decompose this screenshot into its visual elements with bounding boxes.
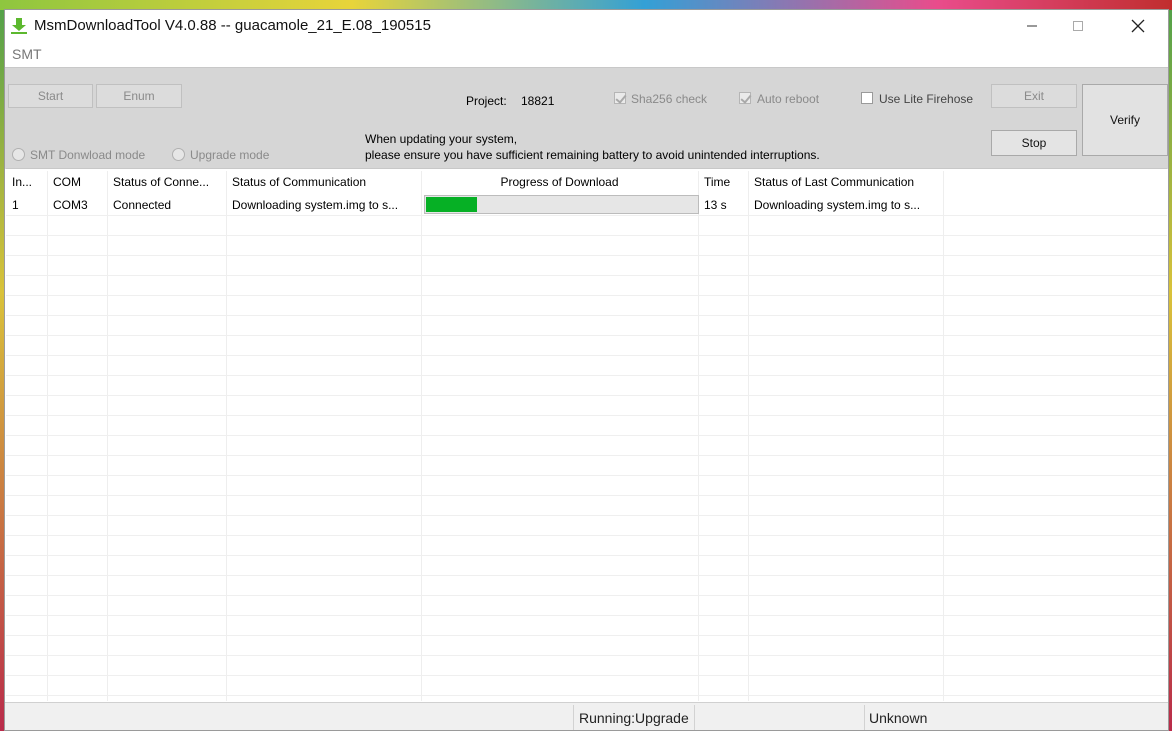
row-divider [6,315,1167,316]
maximize-button[interactable] [1055,10,1101,42]
title-bar: MsmDownloadTool V4.0.88 -- guacamole_21_… [5,10,1168,42]
toolbar: Start Enum Project: 18821 Sha256 check A… [5,67,1168,169]
row-divider [6,515,1167,516]
verify-button[interactable]: Verify [1082,84,1168,156]
cell-communication: Downloading system.img to s... [232,198,399,212]
row-divider [6,695,1167,696]
lite-firehose-label: Use Lite Firehose [879,92,974,106]
row-divider [6,595,1167,596]
notice-line-2: please ensure you have sufficient remain… [365,148,820,162]
row-divider [6,475,1167,476]
row-divider [6,655,1167,656]
row-divider [6,615,1167,616]
status-separator [694,705,695,730]
smt-mode-label: SMT Donwload mode [30,148,146,162]
row-divider [6,255,1167,256]
cell-time: 13 s [704,198,727,212]
status-separator [573,705,574,730]
row-divider [6,455,1167,456]
column-header-progress[interactable]: Progress of Download [421,171,698,193]
sha256-label: Sha256 check [631,92,708,106]
row-divider [6,215,1167,216]
exit-button[interactable]: Exit [991,84,1077,108]
row-divider [6,575,1167,576]
column-header-index[interactable]: In... [6,171,47,193]
lite-firehose-checkbox[interactable] [861,92,873,104]
row-divider [6,335,1167,336]
row-divider [6,415,1167,416]
upgrade-mode-label: Upgrade mode [190,148,270,162]
status-bar: Running:Upgrade Unknown [5,702,1168,730]
app-window: MsmDownloadTool V4.0.88 -- guacamole_21_… [4,9,1169,731]
enum-button[interactable]: Enum [96,84,182,108]
row-divider [6,495,1167,496]
close-icon [1131,19,1145,33]
row-divider [6,275,1167,276]
row-divider [6,675,1167,676]
auto-reboot-label: Auto reboot [757,92,820,106]
row-divider [6,235,1167,236]
menu-bar: SMT [5,42,1168,66]
column-divider [748,171,749,701]
column-divider [107,171,108,701]
column-divider [226,171,227,701]
close-button[interactable] [1115,10,1161,42]
notice-line-1: When updating your system, [365,132,518,146]
column-divider [698,171,699,701]
column-divider [943,171,944,701]
column-header-communication[interactable]: Status of Communication [226,171,421,193]
device-table: In... COM Status of Conne... Status of C… [6,168,1167,703]
row-divider [6,395,1167,396]
row-divider [6,355,1167,356]
status-state: Unknown [869,710,928,726]
menu-smt[interactable]: SMT [12,46,42,62]
minimize-button[interactable] [1009,10,1055,42]
status-separator [864,705,865,730]
column-divider [47,171,48,701]
project-value: 18821 [521,94,555,108]
column-header-time[interactable]: Time [698,171,748,193]
download-progress-bar [424,195,699,214]
upgrade-mode-radio[interactable] [172,148,185,161]
cell-connection: Connected [113,198,172,212]
column-header-last-communication[interactable]: Status of Last Communication [748,171,943,193]
download-progress-fill [426,197,477,212]
sha256-checkbox[interactable] [614,92,626,104]
stop-button[interactable]: Stop [991,130,1077,156]
auto-reboot-checkbox[interactable] [739,92,751,104]
column-header-com[interactable]: COM [47,171,107,193]
row-divider [6,535,1167,536]
start-button[interactable]: Start [8,84,93,108]
download-arrow-icon [11,18,27,34]
row-divider [6,295,1167,296]
column-header-connection[interactable]: Status of Conne... [107,171,226,193]
cell-com: COM3 [53,198,88,212]
column-divider [421,171,422,701]
status-running: Running:Upgrade [579,710,689,726]
window-title: MsmDownloadTool V4.0.88 -- guacamole_21_… [34,17,431,34]
cell-last-communication: Downloading system.img to s... [754,198,921,212]
smt-mode-radio[interactable] [12,148,25,161]
cell-index: 1 [12,198,19,212]
row-divider [6,635,1167,636]
row-divider [6,555,1167,556]
minimize-icon [1027,25,1037,27]
project-label: Project: [466,94,507,108]
maximize-icon [1073,21,1083,31]
row-divider [6,435,1167,436]
row-divider [6,375,1167,376]
